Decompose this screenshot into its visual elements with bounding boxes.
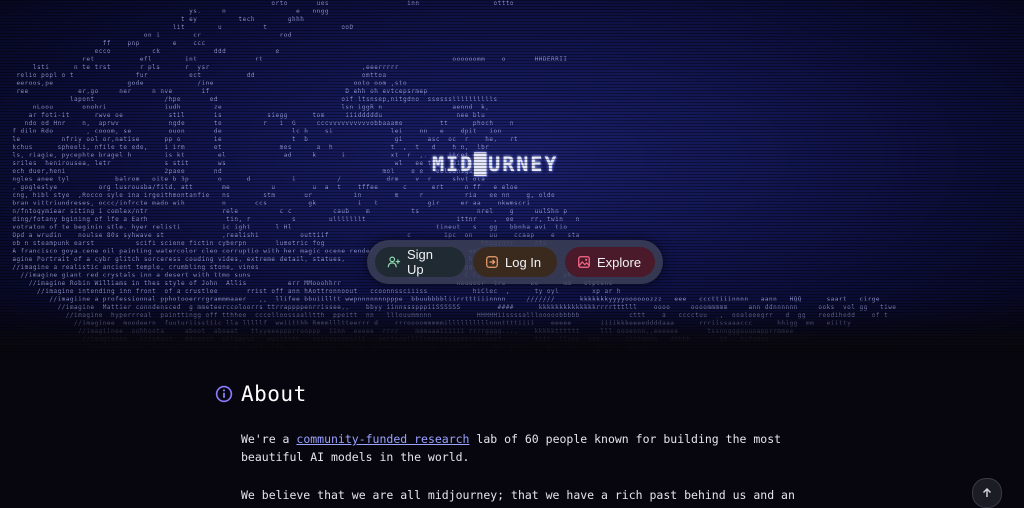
sign-up-label: Sign Up (407, 247, 434, 277)
auth-button-group: Sign Up Log In Explore (367, 240, 663, 284)
info-icon (215, 385, 233, 403)
about-section: About We're a community-funded research … (0, 352, 1024, 504)
community-funded-research-link[interactable]: community-funded research (296, 432, 469, 446)
about-paragraph-1: We're a community-funded research lab of… (241, 430, 821, 466)
about-paragraph-2: We believe that we are all midjourney; t… (241, 488, 795, 502)
about-title: About (241, 382, 307, 406)
user-plus-icon (387, 256, 401, 268)
hero-banner: orto ues inn ottto ys. n e nngg t ey tec… (0, 0, 1024, 352)
sign-up-button[interactable]: Sign Up (375, 247, 465, 277)
explore-button[interactable]: Explore (565, 247, 655, 277)
log-in-label: Log In (505, 254, 542, 270)
midjourney-ascii-logo: MID█URNEY (432, 152, 559, 176)
about-text-prefix: We're a (241, 432, 297, 446)
log-in-button[interactable]: Log In (473, 247, 557, 277)
about-heading: About (215, 382, 307, 406)
explore-label: Explore (597, 254, 642, 270)
log-in-icon (486, 256, 498, 268)
arrow-up-icon (983, 488, 991, 497)
image-gallery-icon (578, 256, 590, 268)
hero-fade (0, 300, 1024, 352)
